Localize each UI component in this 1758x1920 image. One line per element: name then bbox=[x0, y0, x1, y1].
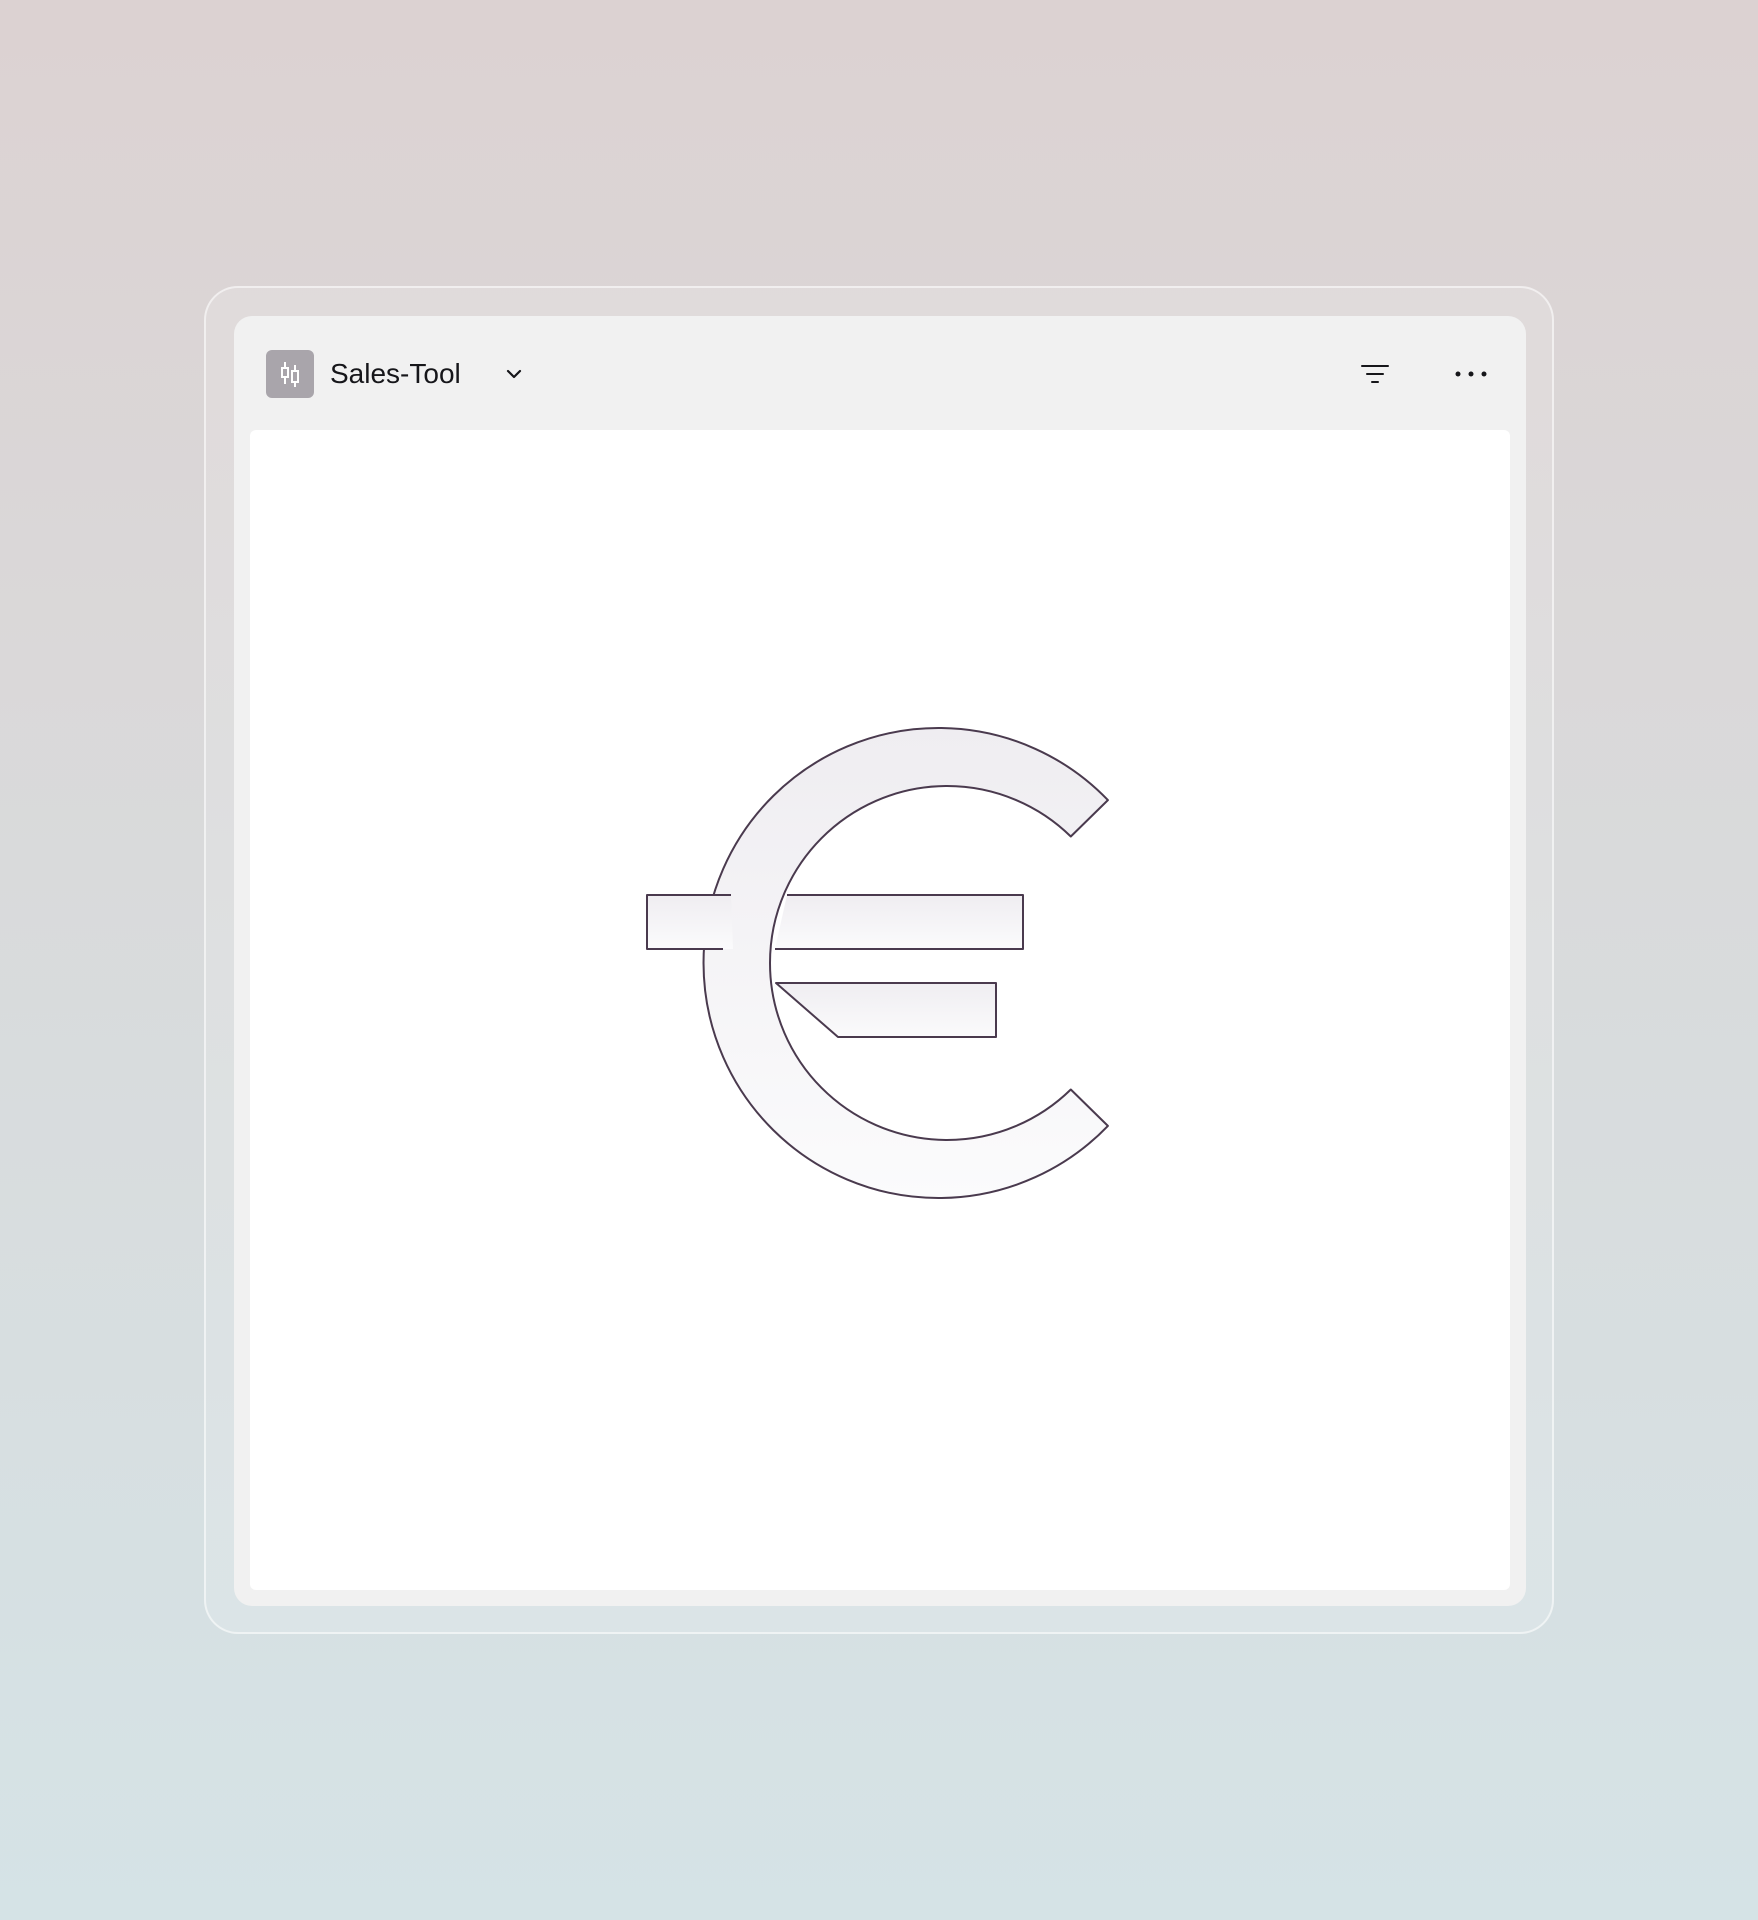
widget-header: Sales-Tool bbox=[234, 316, 1526, 430]
chevron-down-icon[interactable] bbox=[494, 354, 534, 394]
sales-tool-widget: Sales-Tool bbox=[234, 316, 1526, 1606]
euro-icon bbox=[646, 727, 1109, 1199]
filter-icon[interactable] bbox=[1351, 350, 1399, 398]
more-horizontal-icon[interactable] bbox=[1447, 350, 1495, 398]
widget-content bbox=[250, 430, 1510, 1590]
candlestick-chart-icon[interactable] bbox=[266, 350, 314, 398]
widget-title: Sales-Tool bbox=[330, 358, 461, 389]
